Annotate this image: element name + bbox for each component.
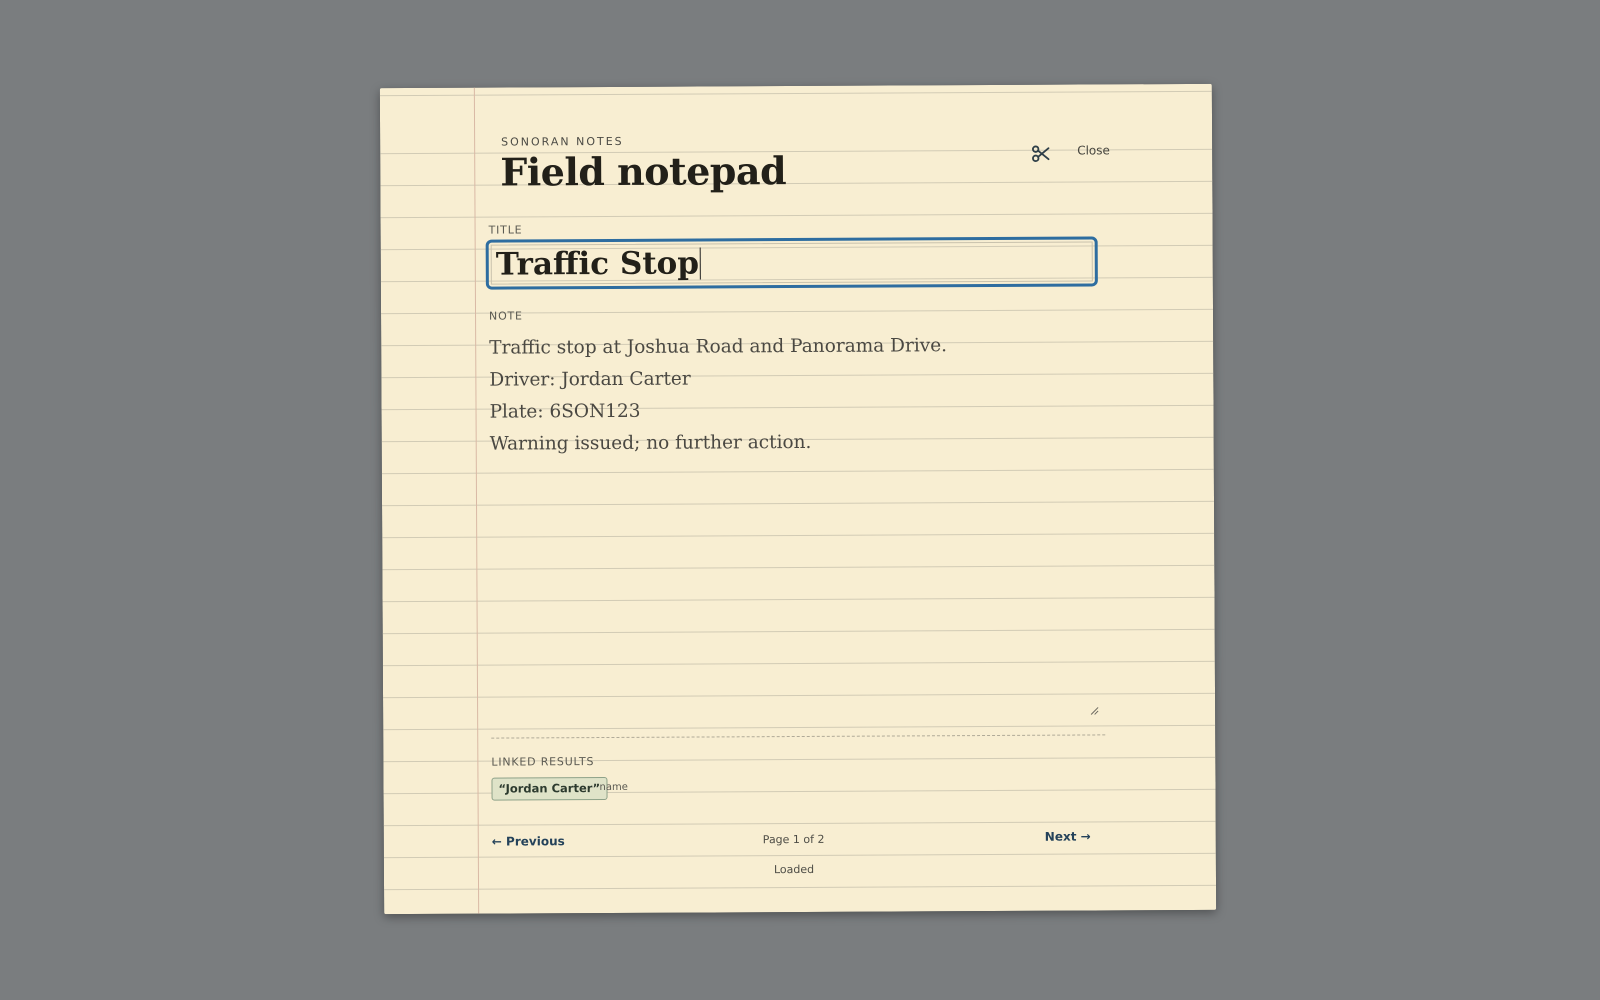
note-field-label: NOTE bbox=[489, 309, 523, 323]
page-title: Field notepad bbox=[500, 148, 787, 195]
next-button[interactable]: Next → bbox=[1045, 829, 1091, 843]
note-line: Traffic stop at Joshua Road and Panorama… bbox=[489, 335, 948, 359]
status-text: Loaded bbox=[773, 862, 815, 877]
page-indicator: Page 1 of 2 bbox=[762, 832, 825, 847]
title-input[interactable]: Traffic Stop bbox=[490, 241, 1093, 285]
text-caret bbox=[699, 247, 702, 280]
close-button[interactable]: Close bbox=[1077, 143, 1110, 157]
previous-button[interactable]: ← Previous bbox=[492, 834, 565, 848]
linked-result-type: name bbox=[599, 781, 628, 794]
scissors-icon[interactable] bbox=[1030, 143, 1052, 165]
linked-result-chip[interactable]: “Jordan Carter” bbox=[491, 777, 608, 801]
section-divider bbox=[491, 734, 1106, 739]
resize-handle-icon[interactable] bbox=[1090, 706, 1099, 715]
note-line: Driver: Jordan Carter bbox=[489, 368, 691, 391]
linked-results-label: LINKED RESULTS bbox=[491, 755, 595, 769]
title-input-focus-ring[interactable]: Traffic Stop bbox=[485, 236, 1098, 290]
note-textarea[interactable]: Traffic stop at Joshua Road and Panorama… bbox=[489, 329, 1099, 718]
note-line: Warning issued; no further action. bbox=[489, 431, 812, 455]
brand-label: SONORAN NOTES bbox=[501, 134, 624, 149]
notepad-panel: SONORAN NOTES Field notepad Close TITLE … bbox=[379, 83, 1217, 915]
note-line: Plate: 6SON123 bbox=[489, 400, 641, 423]
title-input-value: Traffic Stop bbox=[495, 245, 700, 283]
title-field-label: TITLE bbox=[488, 223, 523, 237]
